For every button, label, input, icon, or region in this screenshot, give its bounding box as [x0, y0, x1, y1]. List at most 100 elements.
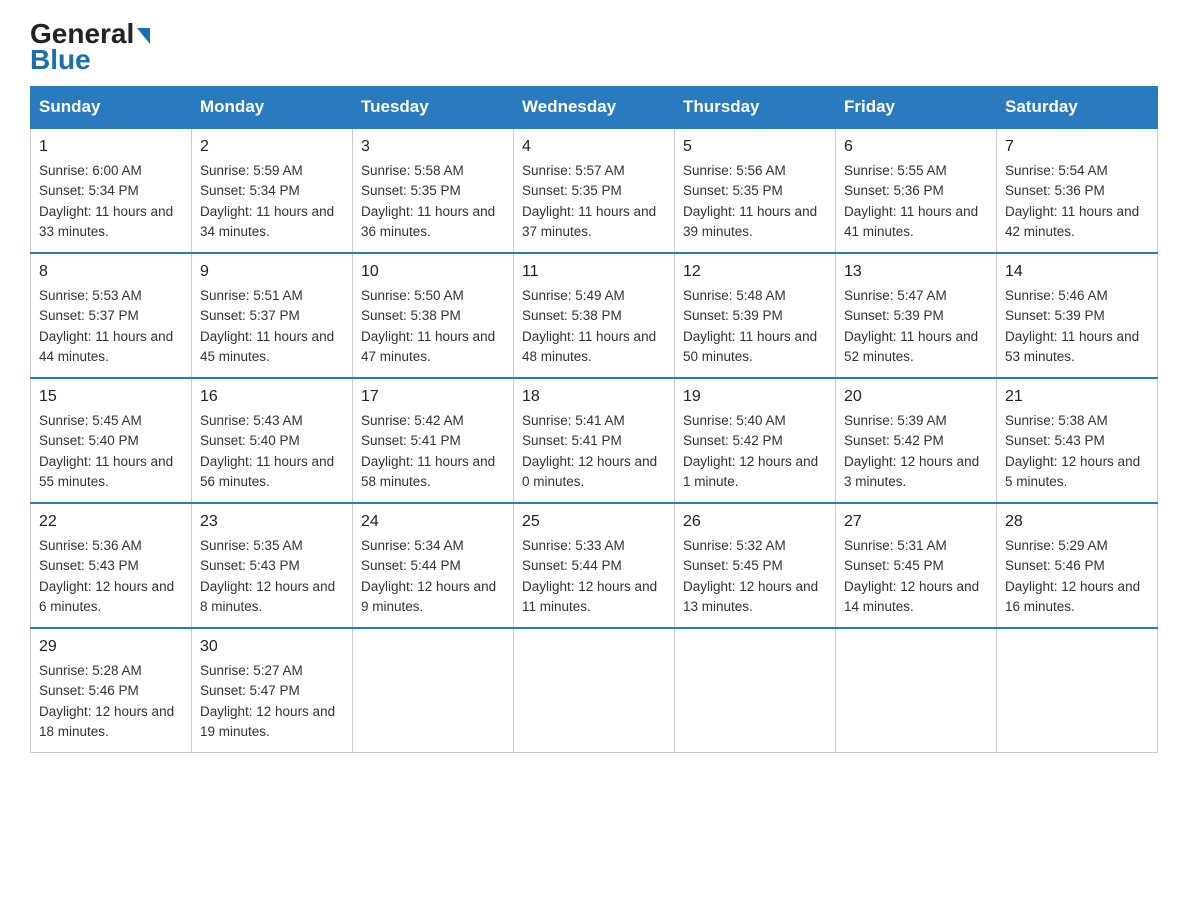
day-number: 15 — [39, 385, 183, 409]
day-cell-30: 30Sunrise: 5:27 AMSunset: 5:47 PMDayligh… — [192, 628, 353, 753]
day-cell-2: 2 Sunrise: 5:59 AMSunset: 5:34 PMDaylight… — [192, 128, 353, 253]
day-cell-22: 22Sunrise: 5:36 AMSunset: 5:43 PMDayligh… — [31, 503, 192, 628]
day-cell-8: 8 Sunrise: 5:53 AMSunset: 5:37 PMDaylight… — [31, 253, 192, 378]
calendar-header-row: SundayMondayTuesdayWednesdayThursdayFrid… — [31, 87, 1158, 129]
day-info: Sunrise: 5:33 AMSunset: 5:44 PMDaylight:… — [522, 538, 657, 614]
day-number: 26 — [683, 510, 827, 534]
day-number: 13 — [844, 260, 988, 284]
day-info: Sunrise: 5:50 AMSunset: 5:38 PMDaylight:… — [361, 288, 495, 364]
day-cell-1: 1 Sunrise: 6:00 AMSunset: 5:34 PMDaylight… — [31, 128, 192, 253]
day-number: 5 — [683, 135, 827, 159]
day-number: 24 — [361, 510, 505, 534]
empty-cell — [353, 628, 514, 753]
day-info: Sunrise: 5:29 AMSunset: 5:46 PMDaylight:… — [1005, 538, 1140, 614]
day-number: 3 — [361, 135, 505, 159]
header-monday: Monday — [192, 87, 353, 129]
empty-cell — [514, 628, 675, 753]
day-info: Sunrise: 5:27 AMSunset: 5:47 PMDaylight:… — [200, 663, 335, 739]
day-info: Sunrise: 5:42 AMSunset: 5:41 PMDaylight:… — [361, 413, 495, 489]
day-info: Sunrise: 5:56 AMSunset: 5:35 PMDaylight:… — [683, 163, 817, 239]
day-cell-17: 17 Sunrise: 5:42 AMSunset: 5:41 PMDayligh… — [353, 378, 514, 503]
header-sunday: Sunday — [31, 87, 192, 129]
header-friday: Friday — [836, 87, 997, 129]
day-info: Sunrise: 5:45 AMSunset: 5:40 PMDaylight:… — [39, 413, 173, 489]
day-cell-11: 11 Sunrise: 5:49 AMSunset: 5:38 PMDayligh… — [514, 253, 675, 378]
week-row-2: 8 Sunrise: 5:53 AMSunset: 5:37 PMDaylight… — [31, 253, 1158, 378]
day-cell-13: 13 Sunrise: 5:47 AMSunset: 5:39 PMDayligh… — [836, 253, 997, 378]
day-cell-29: 29 Sunrise: 5:28 AMSunset: 5:46 PMDayligh… — [31, 628, 192, 753]
day-number: 1 — [39, 135, 183, 159]
logo: General Blue — [30, 20, 150, 76]
day-cell-24: 24 Sunrise: 5:34 AMSunset: 5:44 PMDayligh… — [353, 503, 514, 628]
day-info: Sunrise: 5:54 AMSunset: 5:36 PMDaylight:… — [1005, 163, 1139, 239]
day-info: Sunrise: 5:28 AMSunset: 5:46 PMDaylight:… — [39, 663, 174, 739]
day-number: 14 — [1005, 260, 1149, 284]
day-info: Sunrise: 5:39 AMSunset: 5:42 PMDaylight:… — [844, 413, 979, 489]
header-thursday: Thursday — [675, 87, 836, 129]
calendar-table: SundayMondayTuesdayWednesdayThursdayFrid… — [30, 86, 1158, 753]
day-number: 18 — [522, 385, 666, 409]
day-info: Sunrise: 5:34 AMSunset: 5:44 PMDaylight:… — [361, 538, 496, 614]
day-info: Sunrise: 5:32 AMSunset: 5:45 PMDaylight:… — [683, 538, 818, 614]
day-cell-25: 25 Sunrise: 5:33 AMSunset: 5:44 PMDayligh… — [514, 503, 675, 628]
day-info: Sunrise: 5:59 AMSunset: 5:34 PMDaylight:… — [200, 163, 334, 239]
day-info: Sunrise: 5:35 AMSunset: 5:43 PMDaylight:… — [200, 538, 335, 614]
day-cell-14: 14Sunrise: 5:46 AMSunset: 5:39 PMDayligh… — [997, 253, 1158, 378]
day-number: 29 — [39, 635, 183, 659]
day-number: 2 — [200, 135, 344, 159]
day-cell-19: 19 Sunrise: 5:40 AMSunset: 5:42 PMDayligh… — [675, 378, 836, 503]
day-number: 28 — [1005, 510, 1149, 534]
day-number: 4 — [522, 135, 666, 159]
header-wednesday: Wednesday — [514, 87, 675, 129]
week-row-3: 15 Sunrise: 5:45 AMSunset: 5:40 PMDayligh… — [31, 378, 1158, 503]
day-cell-6: 6Sunrise: 5:55 AMSunset: 5:36 PMDaylight… — [836, 128, 997, 253]
day-cell-28: 28 Sunrise: 5:29 AMSunset: 5:46 PMDayligh… — [997, 503, 1158, 628]
day-number: 16 — [200, 385, 344, 409]
day-cell-3: 3 Sunrise: 5:58 AMSunset: 5:35 PMDaylight… — [353, 128, 514, 253]
day-number: 9 — [200, 260, 344, 284]
day-cell-10: 10 Sunrise: 5:50 AMSunset: 5:38 PMDayligh… — [353, 253, 514, 378]
day-info: Sunrise: 5:49 AMSunset: 5:38 PMDaylight:… — [522, 288, 656, 364]
empty-cell — [836, 628, 997, 753]
day-cell-23: 23 Sunrise: 5:35 AMSunset: 5:43 PMDayligh… — [192, 503, 353, 628]
day-cell-21: 21 Sunrise: 5:38 AMSunset: 5:43 PMDayligh… — [997, 378, 1158, 503]
day-number: 17 — [361, 385, 505, 409]
day-info: Sunrise: 5:38 AMSunset: 5:43 PMDaylight:… — [1005, 413, 1140, 489]
empty-cell — [997, 628, 1158, 753]
day-cell-18: 18 Sunrise: 5:41 AMSunset: 5:41 PMDayligh… — [514, 378, 675, 503]
day-info: Sunrise: 5:53 AMSunset: 5:37 PMDaylight:… — [39, 288, 173, 364]
day-info: Sunrise: 5:41 AMSunset: 5:41 PMDaylight:… — [522, 413, 657, 489]
day-number: 11 — [522, 260, 666, 284]
header-saturday: Saturday — [997, 87, 1158, 129]
day-cell-15: 15 Sunrise: 5:45 AMSunset: 5:40 PMDayligh… — [31, 378, 192, 503]
day-info: Sunrise: 5:57 AMSunset: 5:35 PMDaylight:… — [522, 163, 656, 239]
day-number: 6 — [844, 135, 988, 159]
empty-cell — [675, 628, 836, 753]
day-number: 8 — [39, 260, 183, 284]
page-header: General Blue — [30, 20, 1158, 76]
day-number: 7 — [1005, 135, 1149, 159]
day-cell-5: 5 Sunrise: 5:56 AMSunset: 5:35 PMDaylight… — [675, 128, 836, 253]
day-number: 23 — [200, 510, 344, 534]
day-cell-12: 12Sunrise: 5:48 AMSunset: 5:39 PMDayligh… — [675, 253, 836, 378]
day-number: 25 — [522, 510, 666, 534]
day-info: Sunrise: 5:40 AMSunset: 5:42 PMDaylight:… — [683, 413, 818, 489]
day-number: 21 — [1005, 385, 1149, 409]
day-number: 22 — [39, 510, 183, 534]
day-cell-26: 26 Sunrise: 5:32 AMSunset: 5:45 PMDayligh… — [675, 503, 836, 628]
day-info: Sunrise: 5:31 AMSunset: 5:45 PMDaylight:… — [844, 538, 979, 614]
day-cell-4: 4 Sunrise: 5:57 AMSunset: 5:35 PMDaylight… — [514, 128, 675, 253]
day-cell-27: 27Sunrise: 5:31 AMSunset: 5:45 PMDayligh… — [836, 503, 997, 628]
day-cell-7: 7 Sunrise: 5:54 AMSunset: 5:36 PMDaylight… — [997, 128, 1158, 253]
header-tuesday: Tuesday — [353, 87, 514, 129]
day-info: Sunrise: 6:00 AMSunset: 5:34 PMDaylight:… — [39, 163, 173, 239]
week-row-4: 22Sunrise: 5:36 AMSunset: 5:43 PMDayligh… — [31, 503, 1158, 628]
day-number: 10 — [361, 260, 505, 284]
day-cell-16: 16Sunrise: 5:43 AMSunset: 5:40 PMDayligh… — [192, 378, 353, 503]
day-info: Sunrise: 5:48 AMSunset: 5:39 PMDaylight:… — [683, 288, 817, 364]
day-number: 19 — [683, 385, 827, 409]
day-info: Sunrise: 5:47 AMSunset: 5:39 PMDaylight:… — [844, 288, 978, 364]
week-row-1: 1 Sunrise: 6:00 AMSunset: 5:34 PMDaylight… — [31, 128, 1158, 253]
week-row-5: 29 Sunrise: 5:28 AMSunset: 5:46 PMDayligh… — [31, 628, 1158, 753]
day-info: Sunrise: 5:58 AMSunset: 5:35 PMDaylight:… — [361, 163, 495, 239]
